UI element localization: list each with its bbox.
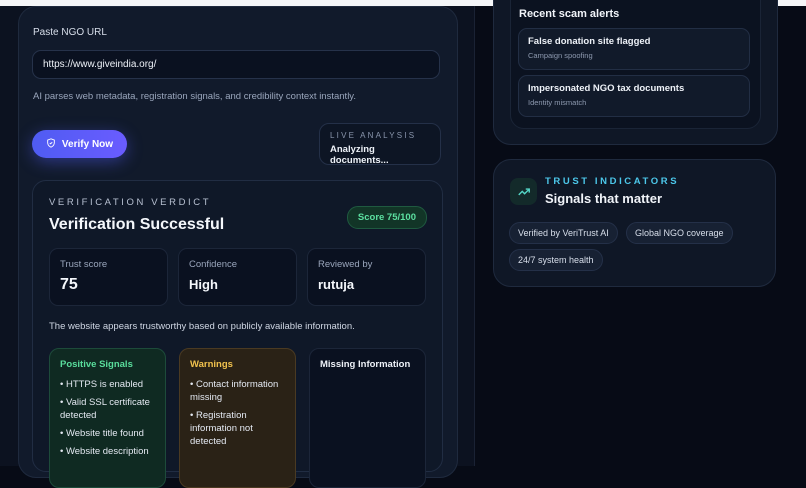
live-analysis-title: LIVE ANALYSIS [330, 131, 417, 140]
helper-text: AI parses web metadata, registration sig… [33, 91, 356, 102]
verify-now-button[interactable]: Verify Now [32, 130, 127, 158]
trust-chip: 24/7 system health [509, 249, 603, 271]
stat-value: High [189, 277, 218, 292]
list-item: • Contact information missing [190, 379, 279, 403]
stat-label: Trust score [60, 259, 108, 270]
stat-label: Confidence [189, 259, 238, 270]
shield-icon [46, 137, 56, 151]
missing-information-panel: Missing Information [309, 348, 426, 488]
alert-item[interactable]: False donation site flagged Campaign spo… [518, 28, 750, 70]
verify-now-label: Verify Now [61, 138, 114, 150]
alert-subtitle: Campaign spoofing [528, 51, 593, 60]
trust-title: Signals that matter [545, 191, 663, 206]
verdict-summary: The website appears trustworthy based on… [49, 321, 355, 332]
ngo-url-input[interactable] [32, 50, 440, 79]
stat-value: 75 [60, 276, 78, 293]
score-badge: Score 75/100 [346, 206, 427, 229]
missing-information-title: Missing Information [320, 359, 411, 370]
verdict-title: Verification Successful [49, 216, 225, 233]
stat-reviewed-by: Reviewed by rutuja [307, 248, 426, 306]
trending-up-icon [510, 178, 537, 205]
list-item: • Website title found [60, 428, 144, 439]
positive-signals-title: Positive Signals [60, 359, 133, 370]
stat-confidence: Confidence High [178, 248, 297, 306]
list-item: • HTTPS is enabled [60, 379, 144, 390]
live-analysis-panel: LIVE ANALYSIS Analyzing documents... [319, 123, 441, 166]
trust-chip: Verified by VeriTrust AI [509, 222, 618, 244]
trust-kicker: TRUST INDICATORS [545, 176, 680, 187]
list-item: • Registration information not detected [190, 410, 253, 447]
url-label: Paste NGO URL [33, 27, 107, 38]
alert-subtitle: Identity mismatch [528, 98, 587, 107]
verdict-card: VERIFICATION VERDICT Verification Succes… [32, 180, 443, 488]
alert-item[interactable]: Impersonated NGO tax documents Identity … [518, 75, 750, 117]
trust-chip: Global NGO coverage [626, 222, 733, 244]
stat-trust-score: Trust score 75 [49, 248, 168, 306]
alert-title: Impersonated NGO tax documents [528, 83, 685, 94]
live-analysis-status: Analyzing documents... [330, 144, 389, 166]
stat-value: rutuja [318, 277, 355, 292]
scam-alerts-title: Recent scam alerts [519, 8, 620, 20]
list-item: • Valid SSL certificate detected [60, 397, 150, 421]
warnings-title: Warnings [190, 359, 233, 370]
warnings-panel: Warnings • Contact information missing •… [179, 348, 296, 488]
verdict-kicker: VERIFICATION VERDICT [49, 197, 212, 208]
positive-signals-panel: Positive Signals • HTTPS is enabled • Va… [49, 348, 166, 488]
stat-label: Reviewed by [318, 259, 373, 270]
alert-title: False donation site flagged [528, 36, 651, 47]
